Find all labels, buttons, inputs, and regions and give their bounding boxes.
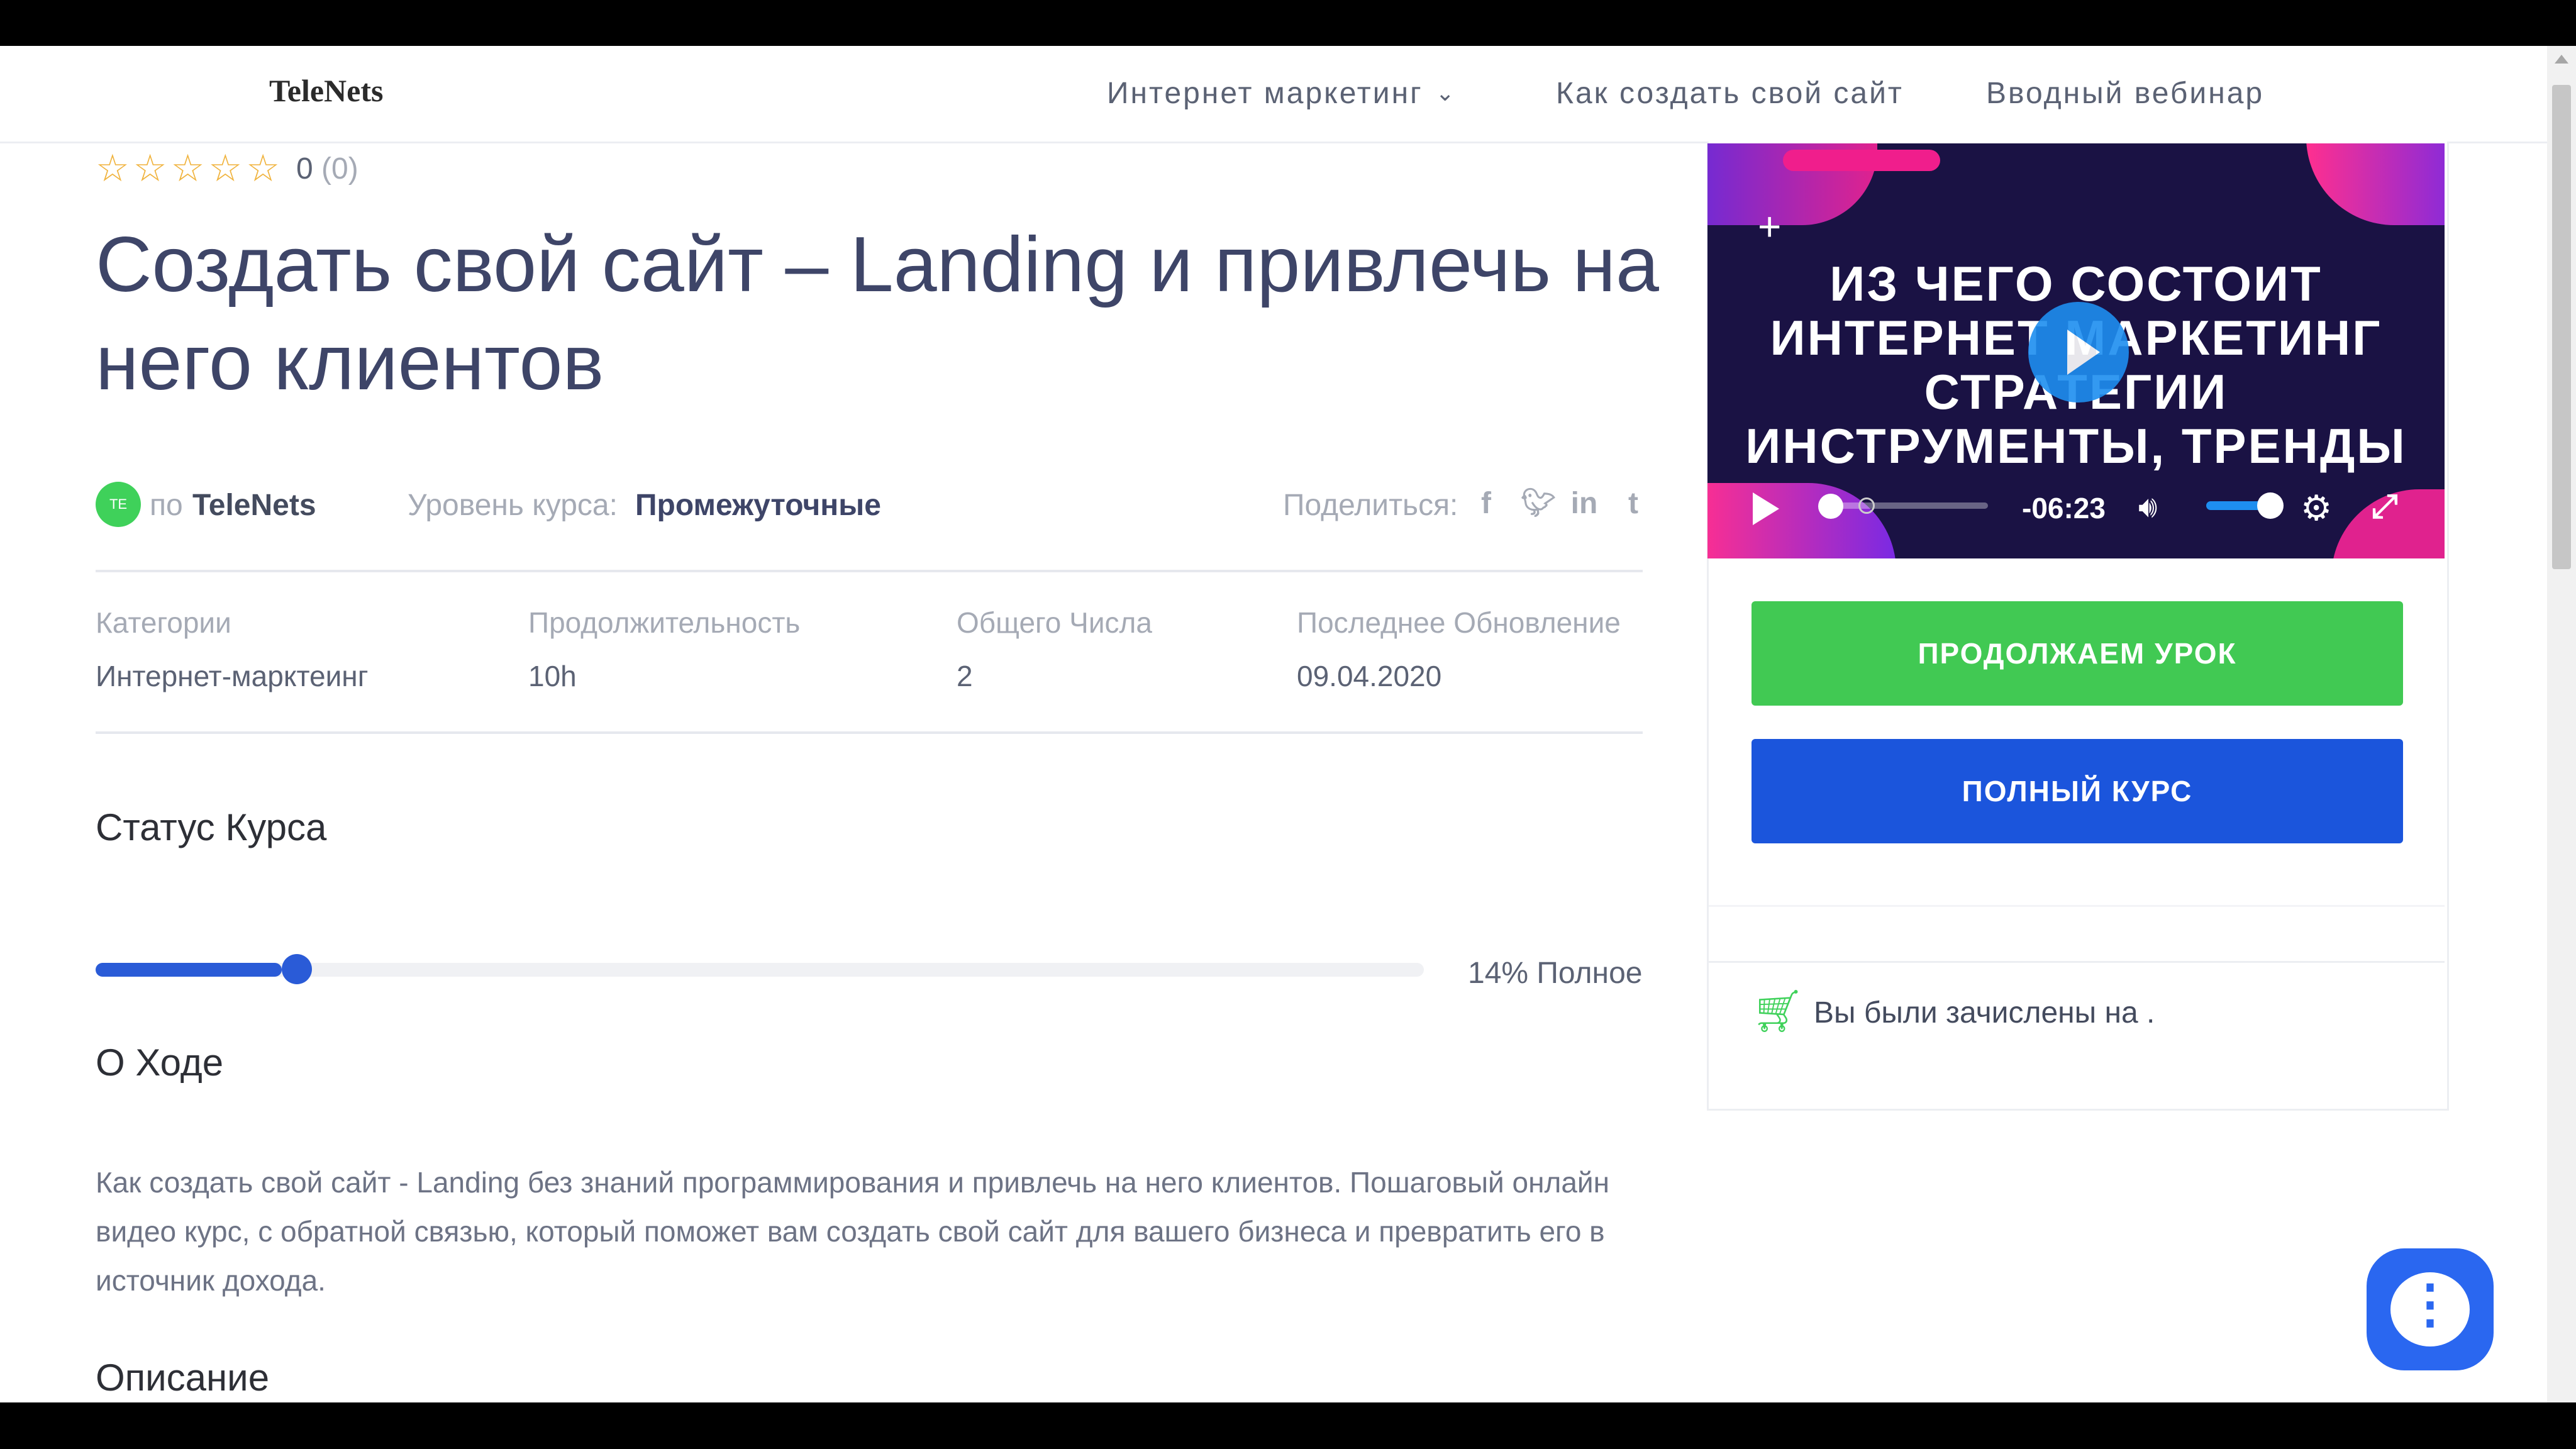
info-label-duration: Продолжительность bbox=[528, 606, 801, 639]
course-level-value: Промежуточные bbox=[635, 489, 881, 522]
play-icon[interactable] bbox=[1753, 492, 1779, 525]
chat-icon bbox=[2390, 1272, 2470, 1346]
chat-widget-button[interactable] bbox=[2367, 1248, 2494, 1370]
video-seek-bar[interactable] bbox=[1831, 502, 1988, 509]
info-label-total: Общего Числа bbox=[957, 606, 1152, 639]
video-player[interactable]: + ИЗ ЧЕГО СОСТОИТ ИНТЕРНЕТ МАРКЕТИНГ СТР… bbox=[1707, 143, 2445, 558]
info-label-last-update: Последнее Обновление bbox=[1297, 606, 1621, 639]
gear-icon[interactable]: ⚙ bbox=[2301, 487, 2332, 529]
facebook-icon[interactable]: f bbox=[1472, 486, 1501, 521]
star-outline-icon: ☆ bbox=[133, 147, 167, 189]
info-value-total: 2 bbox=[957, 660, 973, 692]
course-level-label: Уровень курса: bbox=[408, 489, 618, 522]
scroll-thumb[interactable] bbox=[2552, 85, 2571, 569]
fullscreen-icon[interactable]: ⤢ bbox=[2372, 487, 2398, 526]
author-name-link[interactable]: TeleNets bbox=[192, 488, 316, 523]
divider bbox=[96, 731, 1643, 734]
rating-value: 0 (0) bbox=[296, 152, 358, 186]
nav-item-label: Интернет маркетинг bbox=[1107, 77, 1423, 110]
info-label-categories: Категории bbox=[96, 606, 231, 639]
video-time-remaining: -06:23 bbox=[2022, 492, 2106, 525]
video-controls: -06:23 🔊︎ ⚙ ⤢ bbox=[1707, 486, 2445, 528]
twitter-icon[interactable]: 🐦︎ bbox=[1521, 486, 1556, 521]
scroll-up-arrow-icon[interactable] bbox=[2555, 55, 2568, 64]
plus-decoration-icon: + bbox=[1758, 204, 1782, 249]
star-outline-icon: ☆ bbox=[208, 147, 243, 189]
author-prefix: по bbox=[150, 489, 183, 522]
site-header: TeleNets Интернет маркетинг ⌄ Как создать… bbox=[0, 46, 2547, 143]
volume-knob[interactable] bbox=[2257, 492, 2284, 519]
share-icons: f 🐦︎ in t bbox=[1472, 486, 1648, 521]
course-status-heading: Статус Курса bbox=[96, 806, 327, 848]
video-buffer-indicator bbox=[1858, 497, 1875, 514]
divider bbox=[1709, 905, 2445, 907]
chevron-down-icon: ⌄ bbox=[1435, 80, 1457, 106]
info-value-duration: 10h bbox=[528, 660, 577, 692]
page-scrollbar[interactable] bbox=[2547, 46, 2576, 1402]
video-big-play-icon[interactable] bbox=[2028, 302, 2129, 402]
tumblr-icon[interactable]: t bbox=[1619, 486, 1648, 521]
video-seek-knob[interactable] bbox=[1818, 494, 1843, 519]
nav-item-create-site[interactable]: Как создать свой сайт bbox=[1556, 76, 1904, 111]
course-rating: ☆ ☆ ☆ ☆ ☆ 0 (0) bbox=[96, 150, 358, 187]
progress-label: 14% Полное bbox=[1468, 957, 1643, 990]
video-decoration bbox=[1783, 150, 1940, 171]
info-value-categories[interactable]: Интернет-марктеинг bbox=[96, 659, 368, 693]
enrolled-message: Вы были зачислены на . bbox=[1814, 996, 2155, 1030]
author-avatar[interactable]: TE bbox=[96, 482, 141, 527]
share-label: Поделиться: bbox=[1283, 489, 1458, 522]
divider bbox=[1709, 961, 2445, 963]
shopping-cart-icon: 🛒︎ bbox=[1752, 987, 1804, 1034]
progress-knob bbox=[282, 954, 312, 984]
continue-lesson-button[interactable]: ПРОДОЛЖАЕМ УРОК bbox=[1752, 601, 2403, 706]
site-logo[interactable]: TeleNets bbox=[269, 72, 383, 109]
nav-item-internet-marketing[interactable]: Интернет маркетинг ⌄ bbox=[1107, 76, 1457, 111]
linkedin-icon[interactable]: in bbox=[1570, 486, 1599, 521]
nav-item-intro-webinar[interactable]: Вводный вебинар bbox=[1986, 76, 2264, 111]
rating-count: (0) bbox=[321, 152, 358, 186]
star-outline-icon: ☆ bbox=[246, 147, 280, 189]
description-heading: Описание bbox=[96, 1357, 270, 1399]
video-decoration bbox=[2306, 143, 2445, 225]
progress-fill bbox=[96, 963, 282, 977]
star-outline-icon: ☆ bbox=[96, 147, 130, 189]
about-text: Как создать свой сайт - Landing без знан… bbox=[96, 1166, 1610, 1297]
about-heading: О Ходе bbox=[96, 1041, 224, 1084]
star-outline-icon: ☆ bbox=[170, 147, 205, 189]
page: TeleNets Интернет маркетинг ⌄ Как создать… bbox=[0, 46, 2576, 1402]
course-title: Создать свой сайт – Landing и привлечь н… bbox=[96, 221, 1659, 406]
full-course-button[interactable]: ПОЛНЫЙ КУРС bbox=[1752, 739, 2403, 843]
volume-icon[interactable]: 🔊︎ bbox=[2138, 490, 2157, 525]
divider bbox=[96, 570, 1643, 572]
info-value-last-update: 09.04.2020 bbox=[1297, 660, 1442, 692]
